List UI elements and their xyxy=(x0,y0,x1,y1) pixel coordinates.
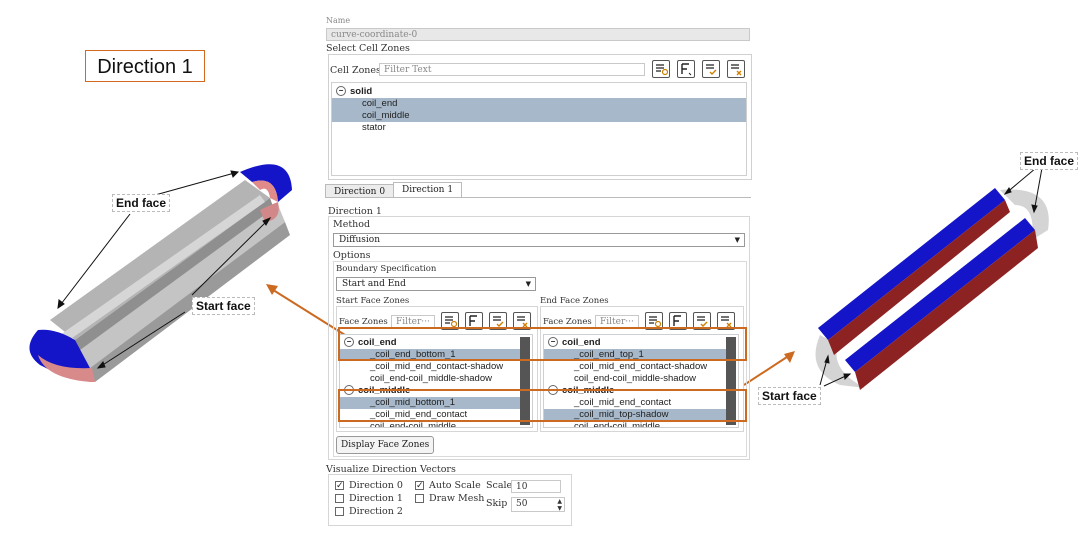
auto-scale-checkbox[interactable]: ✓ xyxy=(415,481,424,491)
cell-zones-filter[interactable]: Filter Text xyxy=(379,63,645,76)
tree-item-stator[interactable]: stator xyxy=(332,122,746,134)
scale-input[interactable]: 10 xyxy=(511,480,561,493)
direction-0-label: Direction 0 xyxy=(349,480,403,491)
display-face-zones-button[interactable]: Display Face Zones xyxy=(336,436,435,454)
spinner-arrows-icon[interactable]: ▲ ▼ xyxy=(557,498,562,512)
left-start-face-label: Start face xyxy=(192,297,255,315)
cell-zones-tree: − solid coil_end coil_middle stator xyxy=(331,82,747,176)
end-zone-item[interactable]: _coil_mid_end_contact-shadow xyxy=(544,361,738,373)
end-face-zones-header: End Face Zones xyxy=(540,296,609,306)
tab-direction-1[interactable]: Direction 1 xyxy=(393,182,463,198)
right-coil-model xyxy=(815,167,1049,390)
boundary-spec-label: Boundary Specification xyxy=(336,264,437,274)
boundary-spec-dropdown[interactable]: Start and End ▼ xyxy=(336,277,536,291)
start-zone-item[interactable]: coil_end-coil_middle xyxy=(340,421,532,427)
visualize-group: ✓ Direction 0 Direction 1 Direction 2 ✓ … xyxy=(328,474,572,526)
select-cell-zones-label: Select Cell Zones xyxy=(326,43,410,54)
tree-item-coil-middle[interactable]: coil_middle xyxy=(332,110,746,122)
end-zone-item[interactable]: coil_end-coil_middle xyxy=(544,421,738,427)
end-zone-item[interactable]: coil_end-coil_middle-shadow xyxy=(544,373,738,385)
cell-zones-group: Cell Zones Filter Text − solid coil_end c… xyxy=(328,54,752,180)
chevron-down-icon: ▼ xyxy=(734,236,740,244)
skip-spinner[interactable]: 50 ▲ ▼ xyxy=(511,497,565,512)
tree-group-solid[interactable]: − solid xyxy=(332,86,746,98)
start-face-zones-label: Face Zones xyxy=(339,317,388,327)
highlight-coil-middle-zones xyxy=(338,389,747,422)
start-face-zones-header: Start Face Zones xyxy=(336,296,410,306)
name-field[interactable]: curve-coordinate-0 xyxy=(326,28,750,41)
curvilinear-coordinate-panel: Name curve-coordinate-0 Select Cell Zone… xyxy=(320,12,760,532)
method-label: Method xyxy=(333,219,371,230)
draw-mesh-label: Draw Mesh xyxy=(429,493,485,504)
tab-direction-0[interactable]: Direction 0 xyxy=(325,184,395,198)
tab-divider xyxy=(325,197,751,198)
draw-mesh-checkbox[interactable] xyxy=(415,494,424,503)
name-label: Name xyxy=(326,16,351,25)
direction-2-label: Direction 2 xyxy=(349,506,403,517)
cell-zones-label: Cell Zones xyxy=(330,65,381,76)
check-all-icon[interactable] xyxy=(702,60,720,78)
auto-scale-label: Auto Scale xyxy=(429,480,481,491)
options-label: Options xyxy=(333,250,371,261)
direction-0-checkbox[interactable]: ✓ xyxy=(335,481,344,491)
select-all-icon[interactable] xyxy=(652,60,670,78)
filter-icon[interactable] xyxy=(677,60,695,78)
scale-label: Scale xyxy=(486,480,513,491)
start-zone-item[interactable]: coil_end-coil_middle-shadow xyxy=(340,373,532,385)
skip-label: Skip xyxy=(486,498,508,509)
start-zone-item[interactable]: _coil_mid_end_contact-shadow xyxy=(340,361,532,373)
deselect-all-icon[interactable] xyxy=(727,60,745,78)
tree-item-coil-end[interactable]: coil_end xyxy=(332,98,746,110)
end-face-zones-label: Face Zones xyxy=(543,317,592,327)
direction-2-checkbox[interactable] xyxy=(335,507,344,516)
right-end-face-label: End face xyxy=(1020,152,1079,170)
direction-1-checkbox[interactable] xyxy=(335,494,344,503)
chevron-down-icon: ▼ xyxy=(525,280,531,288)
collapse-icon[interactable]: − xyxy=(336,86,346,97)
method-dropdown[interactable]: Diffusion ▼ xyxy=(333,233,745,247)
left-end-face-label: End face xyxy=(112,194,171,212)
highlight-coil-end-zones xyxy=(338,327,747,361)
direction-1-label: Direction 1 xyxy=(349,493,403,504)
direction-title-box: Direction 1 xyxy=(85,50,205,82)
